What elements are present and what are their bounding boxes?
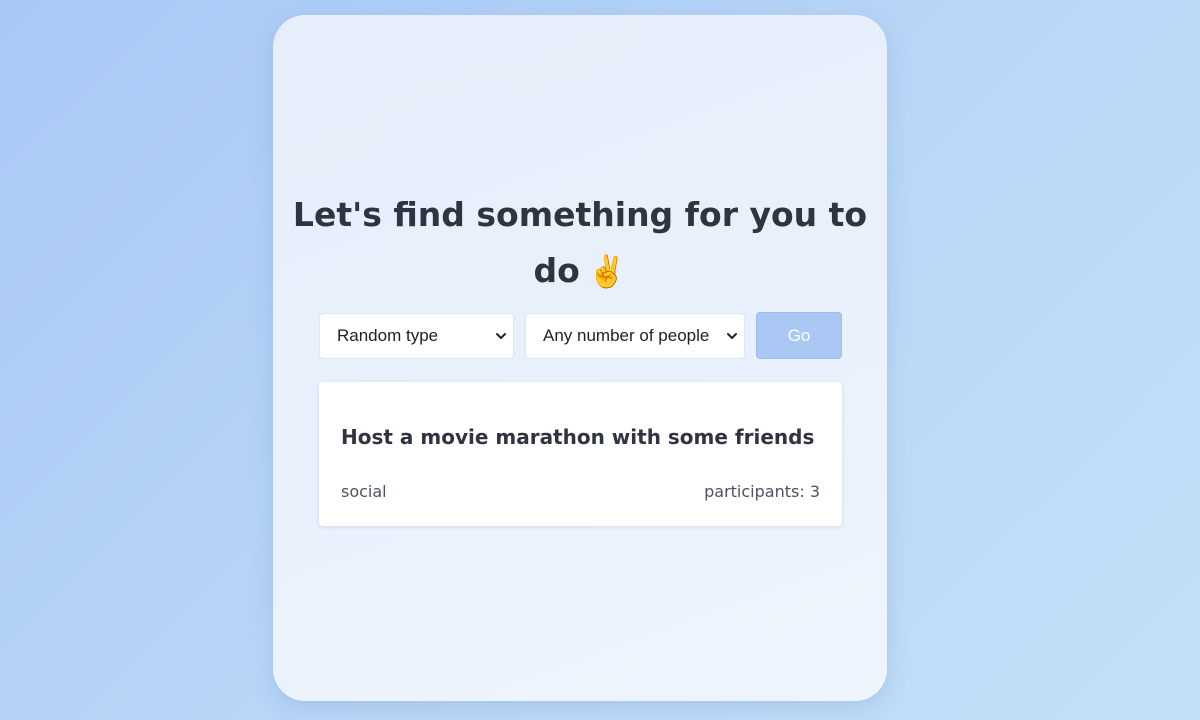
victory-hand-icon: ✌️ xyxy=(587,254,627,290)
chevron-down-icon xyxy=(727,333,737,339)
title-line-1: Let's find something for you to xyxy=(292,195,868,234)
type-select-value: Random type xyxy=(337,326,439,345)
go-button-label: Go xyxy=(787,325,811,345)
activity-type: social xyxy=(341,482,387,501)
chevron-down-icon xyxy=(496,333,506,339)
title-line-2: do ✌️ xyxy=(273,243,887,300)
go-button[interactable]: Go xyxy=(756,312,842,359)
participants-value: 3 xyxy=(809,482,820,501)
activity-result-card: Host a movie marathon with some friends … xyxy=(319,382,842,526)
title-line-2-text: do xyxy=(533,251,580,290)
participants-label: participants: xyxy=(704,482,805,501)
page-title: Let's find something for you to do ✌️ xyxy=(273,187,887,300)
activity-title: Host a movie marathon with some friends xyxy=(341,425,815,449)
participants-count: participants: 3 xyxy=(704,482,820,501)
people-select[interactable]: Any number of people xyxy=(525,313,745,359)
main-card: Let's find something for you to do ✌️ Ran… xyxy=(273,15,887,701)
type-select[interactable]: Random type xyxy=(319,313,514,359)
people-select-value: Any number of people xyxy=(543,326,710,345)
